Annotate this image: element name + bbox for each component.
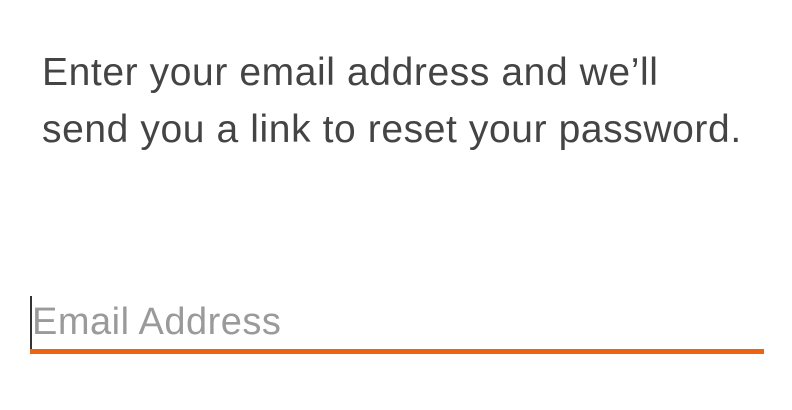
email-field-container[interactable] [30, 294, 764, 354]
email-input[interactable] [30, 294, 764, 350]
email-field-underline [30, 349, 764, 354]
text-cursor [30, 296, 32, 352]
reset-password-instructions: Enter your email address and we’ll send … [42, 51, 742, 151]
